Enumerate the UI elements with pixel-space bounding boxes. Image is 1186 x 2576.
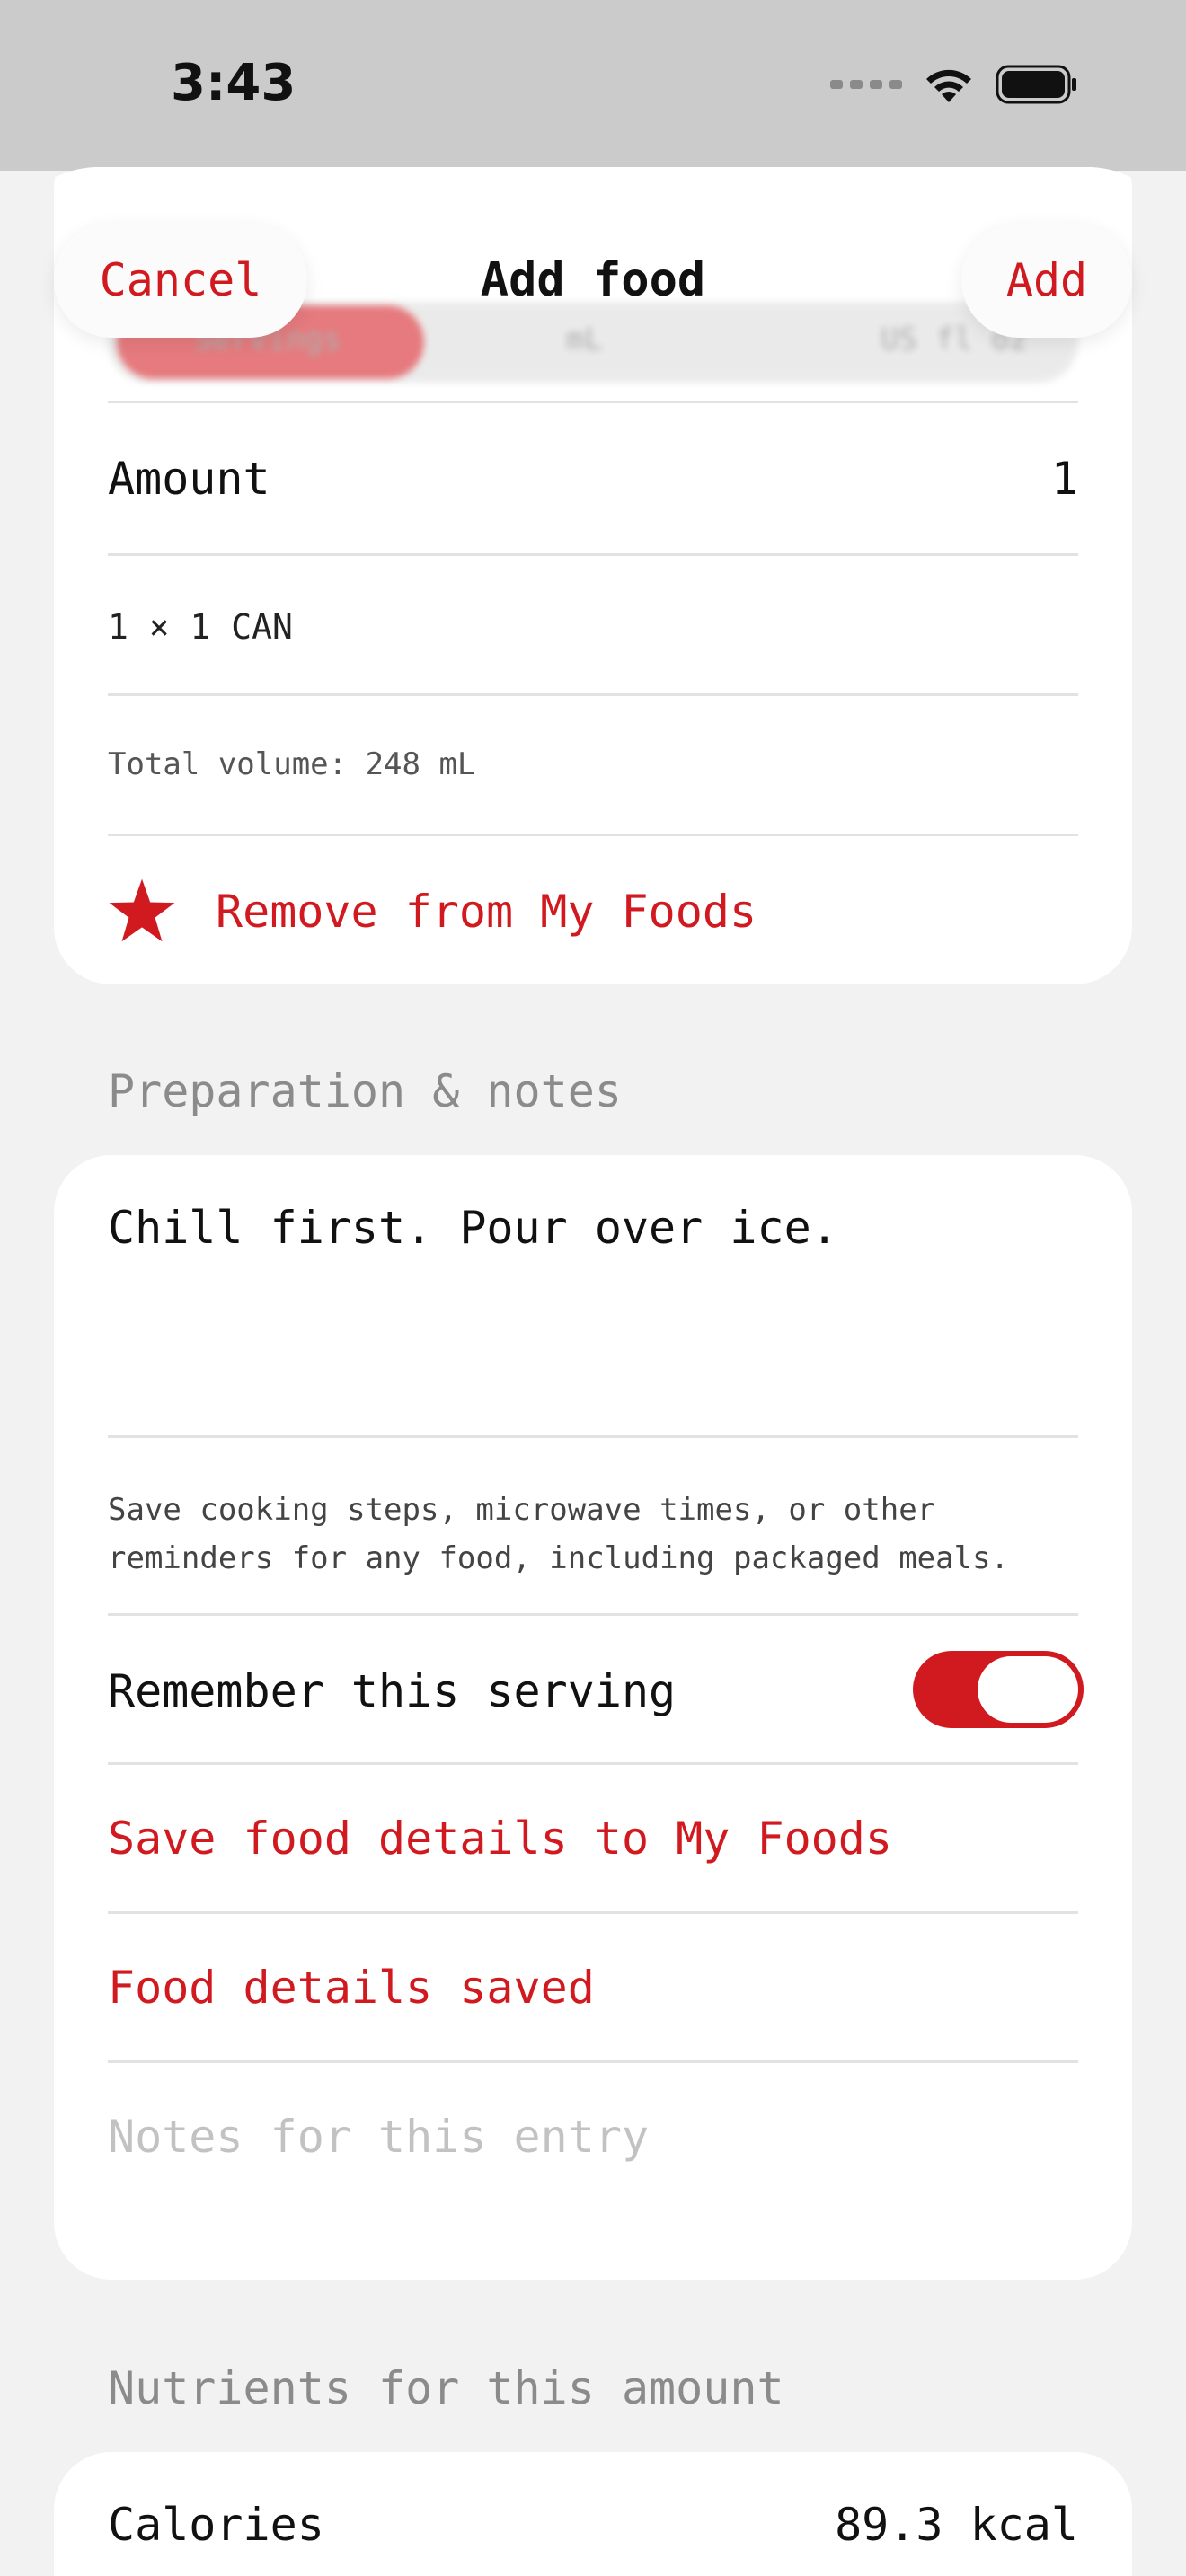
divider xyxy=(108,1911,1078,1914)
nutrients-section-label: Nutrients for this amount xyxy=(108,2362,784,2414)
segment-ml[interactable]: mL xyxy=(566,322,603,357)
food-details-saved-button[interactable]: Food details saved xyxy=(108,1962,1078,2014)
divider xyxy=(108,1435,1078,1438)
cellular-signal-icon xyxy=(830,80,902,89)
amount-value[interactable]: 1 xyxy=(1051,453,1078,505)
divider xyxy=(108,401,1078,403)
amount-label: Amount xyxy=(108,453,270,505)
total-volume: Total volume: 248 mL xyxy=(108,746,476,782)
preparation-section-label: Preparation & notes xyxy=(108,1065,622,1117)
calories-row: Calories 89.3 kcal xyxy=(108,2499,1078,2551)
divider xyxy=(108,1613,1078,1616)
star-icon xyxy=(109,878,175,942)
toggle-knob xyxy=(978,1656,1078,1723)
serving-description: 1 × 1 CAN xyxy=(108,607,293,647)
remove-from-my-foods-label: Remove from My Foods xyxy=(216,886,757,938)
status-bar: 3:43 xyxy=(0,0,1186,171)
nutrients-card: Calories 89.3 kcal xyxy=(54,2452,1132,2576)
calories-value: 89.3 kcal xyxy=(835,2499,1078,2551)
save-food-details-button[interactable]: Save food details to My Foods xyxy=(108,1813,1078,1865)
preparation-card: Chill first. Pour over ice. Save cooking… xyxy=(54,1155,1132,2280)
divider xyxy=(108,1762,1078,1765)
wifi-icon xyxy=(922,65,976,104)
divider xyxy=(108,2060,1078,2063)
calories-label: Calories xyxy=(108,2499,324,2551)
entry-notes-field[interactable]: Notes for this entry xyxy=(108,2111,1078,2219)
remember-serving-toggle[interactable] xyxy=(913,1651,1084,1728)
status-icons xyxy=(830,65,1078,104)
amount-row[interactable]: Amount 1 xyxy=(108,453,1078,505)
status-time: 3:43 xyxy=(171,54,296,112)
preparation-notes-textarea[interactable]: Chill first. Pour over ice. xyxy=(108,1202,1078,1408)
battery-icon xyxy=(996,65,1078,104)
divider xyxy=(108,834,1078,836)
add-food-sheet: Servings mL US fl oz Amount 1 1 × 1 CAN … xyxy=(0,167,1186,2576)
remove-from-my-foods-button[interactable]: Remove from My Foods xyxy=(108,877,1078,957)
preparation-help-text: Save cooking steps, microwave times, or … xyxy=(108,1492,1010,1576)
divider xyxy=(108,553,1078,556)
divider xyxy=(108,693,1078,696)
add-button[interactable]: Add xyxy=(961,223,1132,338)
